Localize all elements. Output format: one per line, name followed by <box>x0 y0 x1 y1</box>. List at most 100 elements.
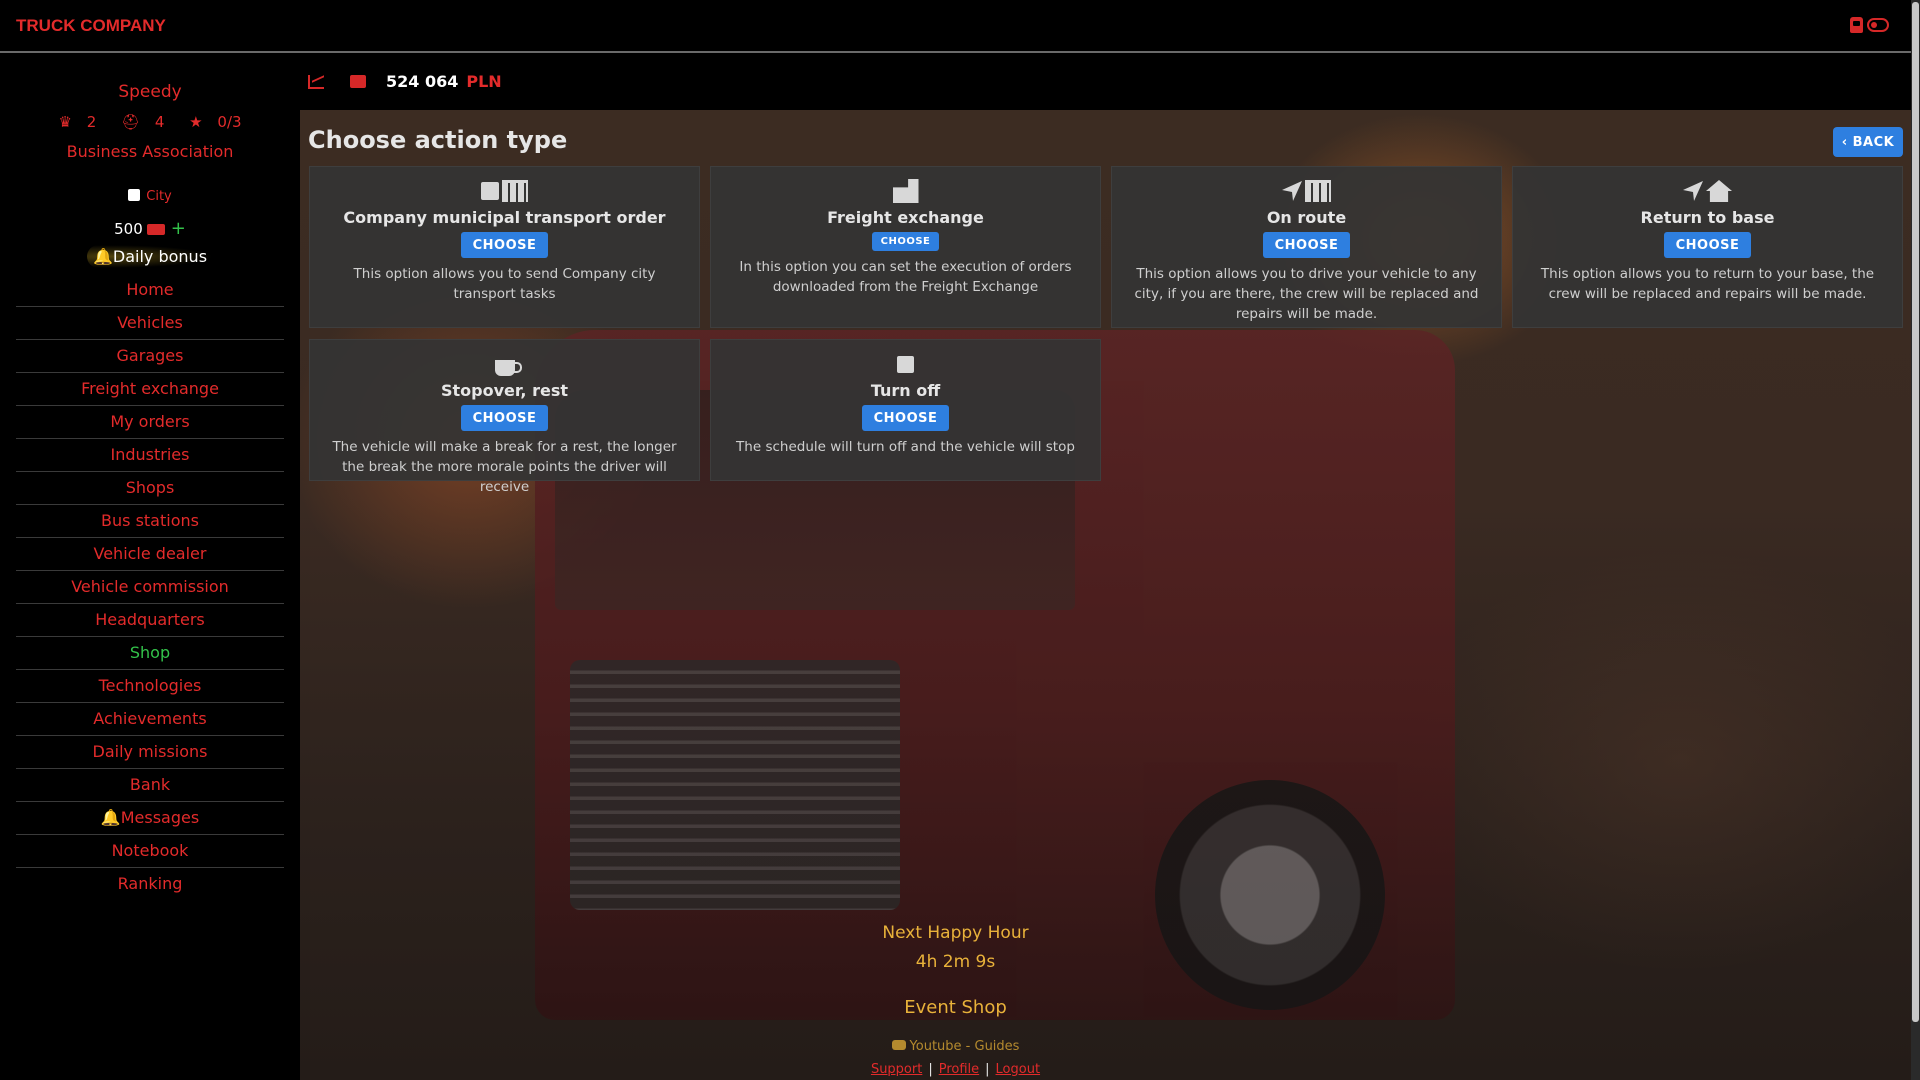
card-title: Return to base <box>1640 208 1775 227</box>
sidebar-item-bus-stations[interactable]: Bus stations <box>16 505 284 538</box>
sidebar-item-freight-exchange[interactable]: Freight exchange <box>16 373 284 406</box>
event-shop-link[interactable]: Event Shop <box>300 997 1611 1018</box>
sidebar-item-shop[interactable]: Shop <box>16 637 284 670</box>
money-bar: 524 064 PLN <box>308 72 502 91</box>
sidebar-item-achievements[interactable]: Achievements <box>16 703 284 736</box>
wallet-icon[interactable] <box>350 75 366 88</box>
choose-button-stopover[interactable]: CHOOSE <box>460 405 549 431</box>
card-title: Turn off <box>870 381 941 400</box>
warehouse-icon <box>892 179 919 203</box>
sidebar-item-garages[interactable]: Garages <box>16 340 284 373</box>
sidebar-item-my-orders[interactable]: My orders <box>16 406 284 439</box>
separator: | <box>928 1062 933 1077</box>
star-count: 0/3 <box>217 113 242 131</box>
hat-count: 4 <box>154 113 165 131</box>
star-stat: ★ 0/3 <box>184 113 246 131</box>
house-icon <box>1706 180 1732 202</box>
card-icons <box>310 177 699 205</box>
youtube-label: Youtube - Guides <box>909 1039 1020 1054</box>
card-description: This option allows you to return to your… <box>1540 266 1875 302</box>
choose-button-freight-exchange[interactable]: CHOOSE <box>871 232 940 251</box>
chart-line-icon[interactable] <box>308 74 324 89</box>
sidebar-item-vehicles[interactable]: Vehicles <box>16 307 284 340</box>
action-card-stopover: Stopover, rest CHOOSE The vehicle will m… <box>309 339 700 495</box>
calendar-icon <box>128 189 141 201</box>
card-description: In this option you can set the execution… <box>739 259 1072 295</box>
sidebar-item-messages[interactable]: 🔔Messages <box>16 802 284 835</box>
card-title: On route <box>1266 208 1347 227</box>
page-title: Choose action type <box>308 126 568 154</box>
building-icon <box>1305 180 1331 202</box>
card-description: This option allows you to drive your veh… <box>1134 266 1479 322</box>
crown-icon: ♛ <box>58 113 72 131</box>
ticket-icon <box>146 224 165 235</box>
page-scrollbar[interactable] <box>1911 0 1920 1080</box>
choose-button-return-to-base[interactable]: CHOOSE <box>1663 232 1752 258</box>
action-card-on-route: On route CHOOSE This option allows you t… <box>1111 166 1502 328</box>
toggle-icon[interactable] <box>1867 18 1889 32</box>
premium-balance: 500 + <box>0 218 300 239</box>
sidebar-item-bank[interactable]: Bank <box>16 769 284 802</box>
sidebar-item-vehicle-commission[interactable]: Vehicle commission <box>16 571 284 604</box>
bell-icon: 🔔 <box>92 247 113 266</box>
action-card-municipal: Company municipal transport order CHOOSE… <box>309 166 700 328</box>
card-description: The vehicle will make a break for a rest… <box>332 439 677 495</box>
sidebar-item-headquarters[interactable]: Headquarters <box>16 604 284 637</box>
choose-button-municipal[interactable]: CHOOSE <box>460 232 549 258</box>
profile-link[interactable]: Profile <box>939 1062 979 1077</box>
card-icons <box>310 350 699 378</box>
back-button[interactable]: ‹ BACK <box>1833 127 1903 157</box>
separator: | <box>985 1062 990 1077</box>
player-stats: ♛ 2 ⛑ 4 ★ 0/3 <box>0 113 300 131</box>
card-icons <box>711 177 1100 205</box>
city-label: City <box>146 189 172 204</box>
username[interactable]: Speedy <box>0 82 300 102</box>
top-icons <box>1850 17 1889 33</box>
sidebar-item-industries[interactable]: Industries <box>16 439 284 472</box>
footer-links: Support | Profile | Logout <box>300 1062 1611 1077</box>
action-card-turn-off: Turn off CHOOSE The schedule will turn o… <box>710 339 1101 481</box>
hat-icon: ⛑ <box>121 113 141 131</box>
calendar-icon <box>481 182 499 200</box>
card-title: Company municipal transport order <box>343 208 666 227</box>
sidebar-item-home[interactable]: Home <box>16 274 284 307</box>
happy-hour-timer: 4h 2m 9s <box>915 952 996 972</box>
top-bar: TRUCK COMPANY <box>0 0 1911 53</box>
sidebar-item-daily-missions[interactable]: Daily missions <box>16 736 284 769</box>
city-link[interactable]: City <box>0 189 300 204</box>
hat-stat: ⛑ 4 <box>116 113 169 131</box>
brand-logo[interactable]: TRUCK COMPANY <box>16 16 166 36</box>
card-icons <box>1112 177 1501 205</box>
support-link[interactable]: Support <box>871 1062 922 1077</box>
fuel-can-icon[interactable] <box>1850 17 1863 33</box>
truck-wheel <box>1155 780 1385 1010</box>
stop-icon <box>897 355 914 373</box>
sidebar-item-label: Messages <box>120 808 200 827</box>
bell-icon: 🔔 <box>100 808 121 827</box>
association-link[interactable]: Business Association <box>0 142 300 161</box>
card-title: Stopover, rest <box>441 381 568 400</box>
card-icons <box>1513 177 1902 205</box>
card-description: This option allows you to send Company c… <box>353 266 656 302</box>
coffee-icon <box>494 360 522 376</box>
sidebar-item-technologies[interactable]: Technologies <box>16 670 284 703</box>
choose-button-turn-off[interactable]: CHOOSE <box>861 405 950 431</box>
daily-bonus-link[interactable]: 🔔Daily bonus <box>0 245 300 268</box>
crown-count: 2 <box>86 113 97 131</box>
choose-button-on-route[interactable]: CHOOSE <box>1262 232 1351 258</box>
back-label: BACK <box>1852 134 1895 150</box>
logout-link[interactable]: Logout <box>996 1062 1041 1077</box>
action-card-return-to-base: Return to base CHOOSE This option allows… <box>1512 166 1903 328</box>
chevron-left-icon: ‹ <box>1841 134 1853 150</box>
sidebar-item-shops[interactable]: Shops <box>16 472 284 505</box>
balance-value: 500 <box>114 220 143 238</box>
money-currency: PLN <box>466 72 502 91</box>
sidebar-item-ranking[interactable]: Ranking <box>16 868 284 901</box>
location-arrow-icon <box>1282 181 1302 201</box>
sidebar-item-vehicle-dealer[interactable]: Vehicle dealer <box>16 538 284 571</box>
scrollbar-thumb[interactable] <box>1912 2 1919 1022</box>
youtube-guides-link[interactable]: Youtube - Guides <box>300 1039 1611 1054</box>
add-balance-icon[interactable]: + <box>171 218 186 239</box>
sidebar-item-notebook[interactable]: Notebook <box>16 835 284 868</box>
youtube-icon <box>891 1040 906 1050</box>
